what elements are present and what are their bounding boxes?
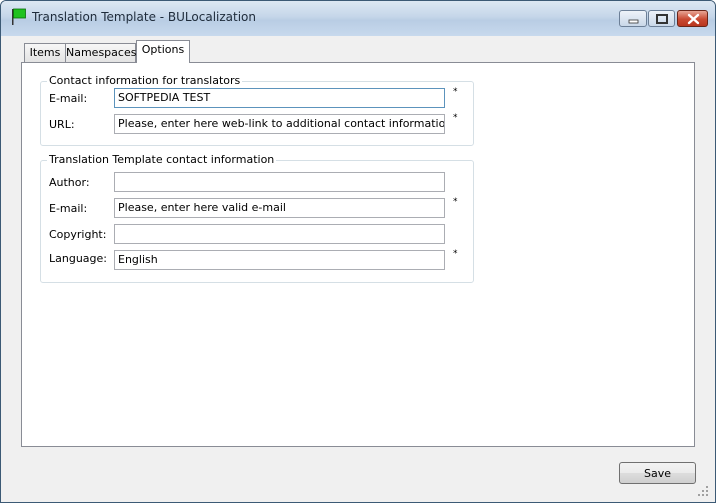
client-area: Items Namespaces Options Contact informa… [8, 36, 709, 496]
template-email-label: E-mail: [49, 202, 88, 215]
minimize-icon [628, 19, 639, 24]
translator-url-label: URL: [49, 118, 75, 131]
tab-items[interactable]: Items [24, 43, 66, 62]
tab-options[interactable]: Options [136, 40, 190, 63]
options-tab-page: Contact information for translators E-ma… [21, 62, 695, 447]
green-flag-icon [12, 8, 26, 25]
required-marker: * [453, 87, 458, 97]
maximize-button[interactable] [648, 10, 675, 27]
title-bar[interactable]: Translation Template - BULocalization [1, 1, 715, 36]
translators-group-legend: Contact information for translators [47, 74, 243, 87]
author-label: Author: [49, 176, 90, 189]
template-email-input[interactable]: Please, enter here valid e-mail [114, 198, 445, 218]
language-label: Language: [49, 252, 107, 265]
resize-grip-icon[interactable] [698, 486, 708, 496]
save-button[interactable]: Save [619, 462, 696, 484]
close-icon [687, 13, 700, 25]
language-input[interactable]: English [114, 250, 445, 270]
translator-email-input[interactable]: SOFTPEDIA TEST [114, 88, 445, 108]
required-marker: * [453, 113, 458, 123]
maximize-icon [656, 14, 668, 24]
author-input[interactable] [114, 172, 445, 192]
translator-url-input[interactable]: Please, enter here web-link to additiona… [114, 114, 445, 134]
required-marker: * [453, 197, 458, 207]
app-window: Translation Template - BULocalization It… [0, 0, 716, 503]
window-title: Translation Template - BULocalization [32, 10, 257, 24]
template-group-legend: Translation Template contact information [47, 153, 277, 166]
copyright-input[interactable] [114, 224, 445, 244]
required-marker: * [453, 249, 458, 259]
minimize-button[interactable] [619, 10, 647, 27]
copyright-label: Copyright: [49, 228, 107, 241]
translator-email-label: E-mail: [49, 92, 88, 105]
close-button[interactable] [677, 10, 708, 27]
tab-namespaces[interactable]: Namespaces [65, 43, 136, 62]
